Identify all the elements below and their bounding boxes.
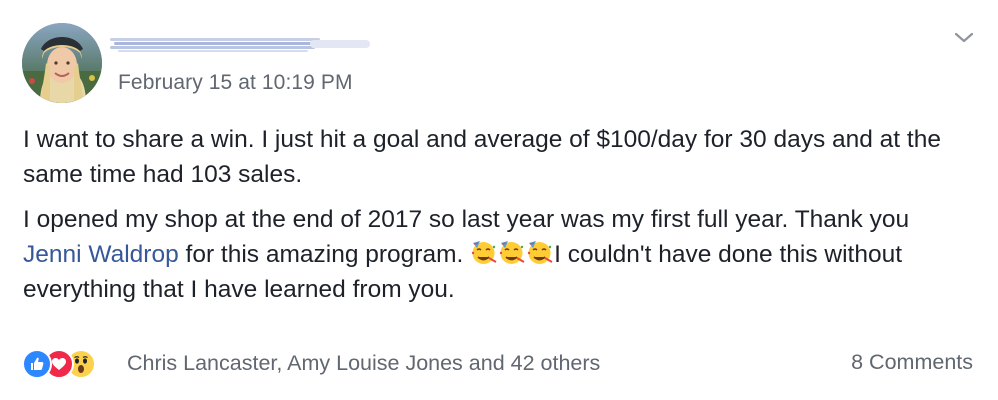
post-timestamp[interactable]: February 15 at 10:19 PM: [118, 71, 353, 95]
author-name[interactable]: [110, 36, 376, 56]
post-text: for this amazing program.: [178, 241, 471, 268]
reaction-summary[interactable]: Chris Lancaster, Amy Louise Jones and 42…: [127, 351, 600, 376]
mention-link[interactable]: Jenni Waldrop: [23, 241, 179, 268]
post-paragraph: I opened my shop at the end of 2017 so l…: [23, 202, 973, 307]
post-text: I opened my shop at the end of 2017 so l…: [23, 206, 910, 233]
chevron-down-icon[interactable]: [952, 26, 976, 50]
avatar[interactable]: [22, 23, 102, 103]
reaction-icons[interactable]: Chris Lancaster, Amy Louise Jones and 42…: [22, 347, 600, 381]
post-body: I want to share a win. I just hit a goal…: [23, 122, 973, 307]
like-icon[interactable]: [22, 349, 52, 379]
partying-face-emoji-icon: [470, 239, 497, 266]
redacted-name-icon: [110, 38, 370, 52]
comments-count[interactable]: 8 Comments: [851, 350, 973, 375]
partying-face-emoji-icon: [526, 239, 553, 266]
profile-photo-icon: [22, 23, 102, 103]
reactions-bar[interactable]: Chris Lancaster, Amy Louise Jones and 42…: [22, 347, 600, 381]
post-paragraph: I want to share a win. I just hit a goal…: [23, 126, 941, 188]
partying-face-emoji-icon: [498, 239, 525, 266]
facebook-post: February 15 at 10:19 PM I want to share …: [0, 0, 998, 400]
